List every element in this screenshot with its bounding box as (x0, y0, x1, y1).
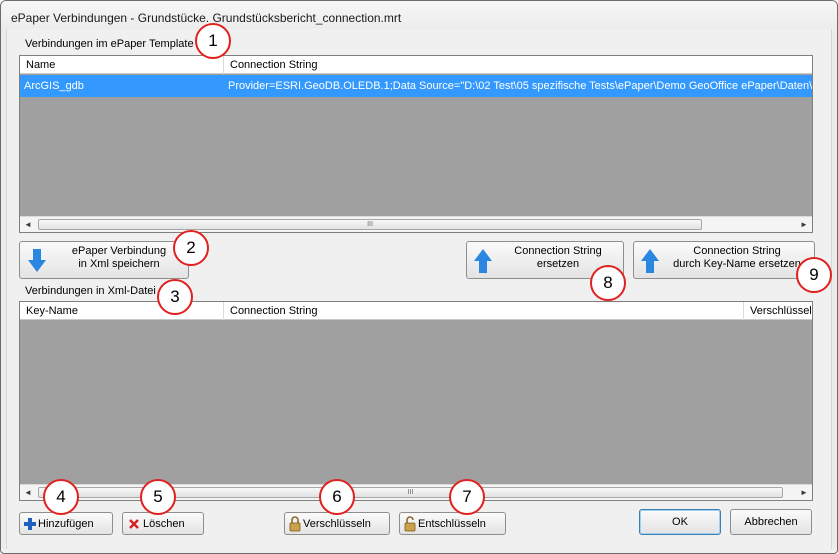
column-header-name[interactable]: Name (20, 56, 224, 74)
encrypt-button-label: Verschlüsseln (303, 518, 371, 530)
save-to-xml-label-line1: ePaper Verbindung (71, 245, 167, 257)
replace-with-key-name-button[interactable]: Connection String durch Key-Name ersetze… (633, 241, 815, 279)
callout-3: 3 (157, 279, 193, 315)
template-connections-grid[interactable]: Name Connection String ArcGIS_gdb Provid… (19, 55, 813, 233)
xml-section-label: Verbindungen in Xml-Datei (23, 285, 158, 297)
arrow-up-icon (641, 249, 659, 273)
lock-icon (289, 516, 301, 532)
column-header-connection-string[interactable]: Connection String (224, 302, 744, 320)
column-header-encrypted[interactable]: Verschlüsselt (744, 302, 812, 320)
delete-button[interactable]: Löschen (122, 512, 204, 535)
callout-2: 2 (173, 230, 209, 266)
column-header-key-name[interactable]: Key-Name (20, 302, 224, 320)
add-button[interactable]: Hinzufügen (19, 512, 113, 535)
save-to-xml-label-line2: in Xml speichern (78, 258, 160, 270)
callout-6: 6 (319, 479, 355, 515)
cell-connection-string: Provider=ESRI.GeoDB.OLEDB.1;Data Source=… (228, 80, 812, 92)
save-to-xml-button[interactable]: ePaper Verbindung in Xml speichern (19, 241, 189, 279)
window-title: ePaper Verbindungen - Grundstücke. Grund… (11, 11, 402, 25)
callout-5: 5 (140, 479, 176, 515)
arrow-up-icon (474, 249, 492, 273)
callout-7: 7 (449, 479, 485, 515)
xml-grid-header: Key-Name Connection String Verschlüsselt (20, 302, 812, 320)
window-frame-left (1, 29, 7, 549)
scroll-grip: III (407, 489, 414, 496)
unlock-icon (404, 516, 416, 532)
scroll-left-icon[interactable]: ◄ (20, 217, 36, 233)
scroll-right-icon[interactable]: ► (796, 485, 812, 501)
scroll-left-icon[interactable]: ◄ (20, 485, 36, 501)
replace-with-key-name-label: Connection String durch Key-Name ersetze… (664, 245, 810, 271)
xml-connections-grid[interactable]: Key-Name Connection String Verschlüsselt… (19, 301, 813, 501)
table-row[interactable]: ArcGIS_gdb Provider=ESRI.GeoDB.OLEDB.1;D… (20, 75, 812, 97)
add-button-label: Hinzufügen (38, 518, 94, 530)
scroll-grip: III (367, 221, 373, 228)
cancel-button[interactable]: Abbrechen (730, 509, 812, 535)
delete-button-label: Löschen (143, 518, 185, 530)
save-to-xml-label: ePaper Verbindung in Xml speichern (54, 245, 184, 271)
callout-4: 4 (43, 479, 79, 515)
ok-button-label: OK (672, 516, 688, 528)
decrypt-button[interactable]: Entschlüsseln (399, 512, 506, 535)
cancel-button-label: Abbrechen (744, 516, 798, 528)
connections-dialog: ePaper Verbindungen - Grundstücke. Grund… (0, 0, 838, 554)
encrypt-button[interactable]: Verschlüsseln (284, 512, 390, 535)
ok-button[interactable]: OK (639, 509, 721, 535)
decrypt-button-label: Entschlüsseln (418, 518, 486, 530)
window-frame-right (831, 29, 837, 549)
arrow-down-icon (28, 249, 46, 272)
plus-icon (24, 518, 36, 530)
column-header-connection-string[interactable]: Connection String (224, 56, 812, 74)
scroll-thumb[interactable]: III (38, 219, 702, 230)
template-section-label: Verbindungen im ePaper Template (23, 38, 196, 50)
xml-grid-hscrollbar[interactable]: ◄ III ► (20, 484, 812, 500)
template-grid-header: Name Connection String (20, 56, 812, 74)
callout-8: 8 (590, 265, 626, 301)
replace-key-label-line2: durch Key-Name ersetzen (673, 258, 801, 270)
scroll-right-icon[interactable]: ► (796, 217, 812, 233)
cell-name: ArcGIS_gdb (24, 80, 84, 92)
template-grid-hscrollbar[interactable]: ◄ III ► (20, 216, 812, 232)
replace-key-label-line1: Connection String (693, 245, 781, 257)
callout-9: 9 (796, 257, 832, 293)
title-bar[interactable]: ePaper Verbindungen - Grundstücke. Grund… (1, 1, 837, 29)
callout-1: 1 (195, 23, 231, 59)
x-icon (129, 519, 139, 529)
replace-cs-label-line1: Connection String (514, 245, 602, 257)
